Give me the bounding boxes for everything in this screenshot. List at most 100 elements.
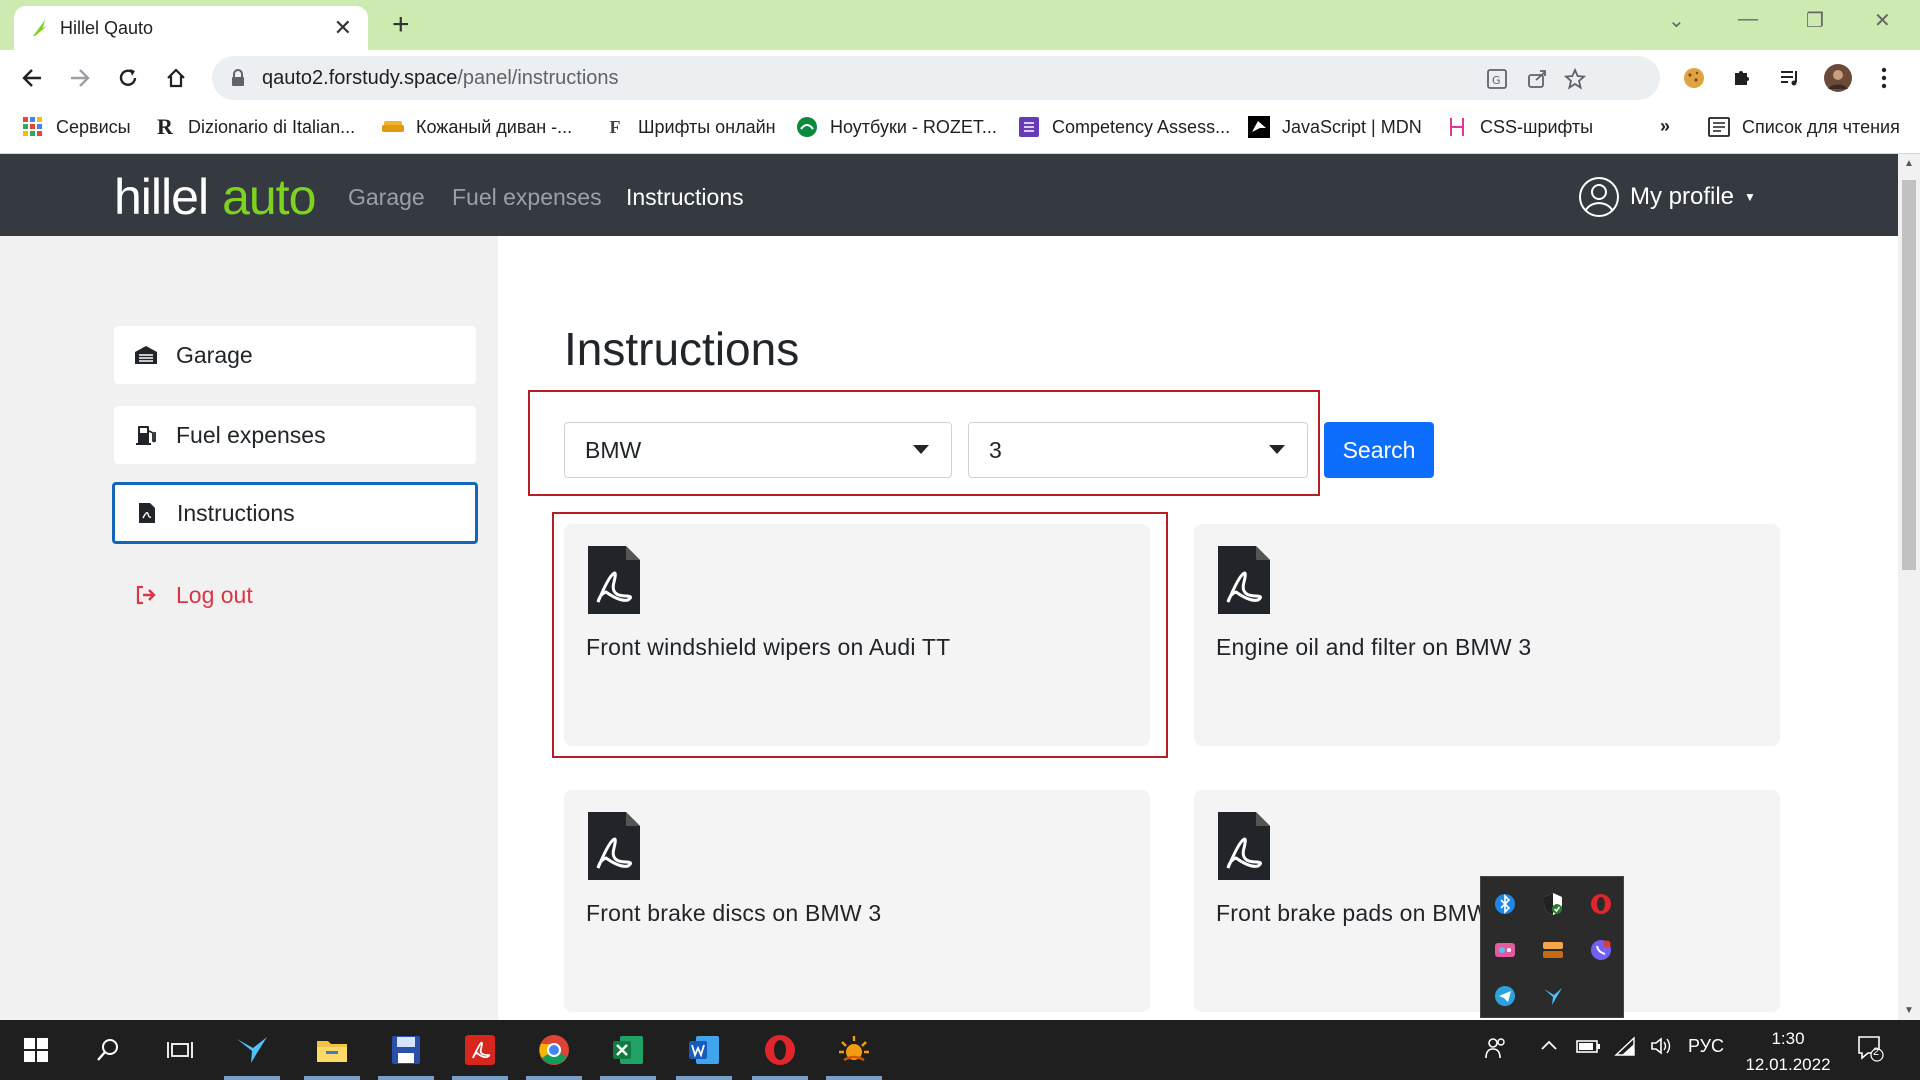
notification-center-icon[interactable]: 2 <box>1856 1034 1884 1067</box>
bookmark-fonts[interactable]: F Шрифты онлайн <box>604 116 776 138</box>
page-title: Instructions <box>564 323 800 375</box>
profile-label: My profile <box>1630 183 1735 210</box>
paint-app-icon[interactable] <box>1481 927 1529 973</box>
new-tab-icon[interactable]: + <box>392 10 410 40</box>
chrome-menu-icon[interactable] <box>1866 60 1902 96</box>
sidebar-item-logout[interactable]: Log out <box>114 566 476 624</box>
apps-grid-icon <box>22 116 44 138</box>
chrome-taskbar-icon[interactable] <box>518 1020 590 1080</box>
opera-icon[interactable] <box>1577 881 1625 927</box>
bookmark-mdn[interactable]: JavaScript | MDN <box>1248 116 1422 138</box>
address-bar[interactable]: qauto2.forstudy.space/panel/instructions… <box>212 56 1660 100</box>
cookie-extension-icon[interactable] <box>1676 60 1712 96</box>
mdn-icon <box>1248 116 1270 138</box>
caret-down-icon <box>1269 445 1285 454</box>
scroll-up-icon[interactable]: ▲ <box>1904 158 1914 169</box>
acrobat-taskbar-icon[interactable] <box>444 1020 516 1080</box>
file-pdf-icon <box>1218 812 1270 880</box>
header-nav-instructions[interactable]: Instructions <box>626 184 744 211</box>
excel-icon[interactable] <box>592 1020 664 1080</box>
instruction-card[interactable]: Front windshield wipers on Audi TT <box>564 524 1150 746</box>
translate-icon[interactable]: G <box>1482 64 1512 94</box>
file-pdf-icon <box>135 501 159 525</box>
people-icon[interactable] <box>1484 1036 1508 1065</box>
bookmark-dizionario[interactable]: R Dizionario di Italian... <box>154 114 355 139</box>
instruction-card[interactable]: Front brake discs on BMW 3 <box>564 790 1150 1012</box>
sidebar: Garage Fuel expenses Instructions Log ou… <box>0 236 498 1020</box>
viber-icon[interactable] <box>1577 927 1625 973</box>
back-icon[interactable] <box>14 60 50 96</box>
volume-icon[interactable] <box>1650 1036 1672 1061</box>
storage-app-icon[interactable] <box>1529 927 1577 973</box>
bookmark-label: Шрифты онлайн <box>638 116 776 137</box>
garage-icon <box>134 343 158 367</box>
bookmark-rozetka[interactable]: Ноутбуки - ROZET... <box>796 116 997 138</box>
telegram-icon[interactable] <box>1481 973 1529 1019</box>
windows-start-icon[interactable] <box>0 1020 72 1080</box>
sidebar-item-fuel-expenses[interactable]: Fuel expenses <box>114 406 476 464</box>
opera-taskbar-icon[interactable] <box>744 1020 816 1080</box>
bookmark-label: Кожаный диван -... <box>416 116 573 137</box>
search-button[interactable]: Search <box>1324 422 1434 478</box>
instruction-card-title: Front windshield wipers on Audi TT <box>586 634 951 660</box>
tab-search-icon[interactable]: ⌄ <box>1668 8 1685 33</box>
file-pdf-icon <box>1218 546 1270 614</box>
sidebar-item-label: Log out <box>176 581 253 608</box>
hummingbird-taskbar-icon[interactable] <box>216 1020 288 1080</box>
form-icon <box>1018 116 1040 138</box>
file-explorer-icon[interactable] <box>296 1020 368 1080</box>
close-tab-icon[interactable]: ✕ <box>334 17 352 39</box>
brand-select[interactable]: BMW <box>564 422 952 478</box>
security-shield-icon[interactable] <box>1529 881 1577 927</box>
more-bookmarks-button[interactable]: » <box>1660 116 1670 137</box>
header-nav-garage[interactable]: Garage <box>348 184 425 211</box>
search-icon[interactable] <box>72 1020 144 1080</box>
restore-icon[interactable]: ❐ <box>1806 8 1824 33</box>
floppy-save-icon[interactable] <box>370 1020 442 1080</box>
url-path: /panel/instructions <box>457 66 619 89</box>
my-profile-dropdown[interactable]: My profile ▼ <box>1578 176 1756 218</box>
h-letter-icon <box>1446 116 1468 138</box>
bookmark-services[interactable]: Сервисы <box>22 116 131 138</box>
hummingbird-app-icon[interactable] <box>1529 973 1577 1019</box>
logo-text: hillel <box>114 169 209 225</box>
reload-icon[interactable] <box>110 60 146 96</box>
lock-icon <box>232 69 244 86</box>
bookmark-css-fonts[interactable]: CSS-шрифты <box>1446 116 1593 138</box>
reading-list[interactable]: Список для чтения <box>1708 116 1900 138</box>
taskbar-clock[interactable]: 1:30 12.01.2022 <box>1736 1026 1840 1078</box>
share-icon[interactable] <box>1522 64 1552 94</box>
bluetooth-icon[interactable] <box>1481 881 1529 927</box>
media-control-icon[interactable] <box>1772 60 1808 96</box>
bookmark-divan[interactable]: Кожаный диван -... <box>382 116 572 138</box>
sidebar-item-instructions[interactable]: Instructions <box>112 482 478 544</box>
forward-icon[interactable] <box>62 60 98 96</box>
header-nav-fuel-expenses[interactable]: Fuel expenses <box>452 184 602 211</box>
close-window-icon[interactable]: ✕ <box>1874 8 1891 33</box>
sidebar-item-garage[interactable]: Garage <box>114 326 476 384</box>
minimize-icon[interactable]: — <box>1738 8 1758 31</box>
windows-taskbar: РУС 1:30 12.01.2022 2 <box>0 1020 1920 1080</box>
task-view-icon[interactable] <box>144 1020 216 1080</box>
page-scrollbar[interactable]: ▲ ▼ <box>1898 154 1920 1020</box>
wifi-icon[interactable] <box>1614 1036 1636 1061</box>
bookmark-competency[interactable]: Competency Assess... <box>1018 116 1230 138</box>
bookmark-star-icon[interactable] <box>1560 64 1590 94</box>
instruction-card[interactable]: Engine oil and filter on BMW 3 <box>1194 524 1780 746</box>
scroll-down-icon[interactable]: ▼ <box>1904 1005 1914 1016</box>
battery-icon[interactable] <box>1576 1036 1602 1061</box>
brand-select-value: BMW <box>585 436 642 463</box>
model-select[interactable]: 3 <box>968 422 1308 478</box>
bookmark-label: Ноутбуки - ROZET... <box>830 116 997 137</box>
sun-app-icon[interactable] <box>818 1020 890 1080</box>
hillel-auto-logo[interactable]: hillel auto <box>114 168 316 226</box>
home-icon[interactable] <box>158 60 194 96</box>
browser-tab[interactable]: Hillel Qauto ✕ <box>14 6 368 50</box>
user-avatar-icon[interactable] <box>1820 60 1856 96</box>
word-icon[interactable] <box>668 1020 740 1080</box>
extensions-puzzle-icon[interactable] <box>1724 60 1760 96</box>
f-letter-icon: F <box>609 116 621 137</box>
show-hidden-icons-chevron[interactable] <box>1540 1036 1558 1057</box>
language-indicator[interactable]: РУС <box>1688 1036 1724 1057</box>
scrollbar-thumb[interactable] <box>1902 180 1916 570</box>
